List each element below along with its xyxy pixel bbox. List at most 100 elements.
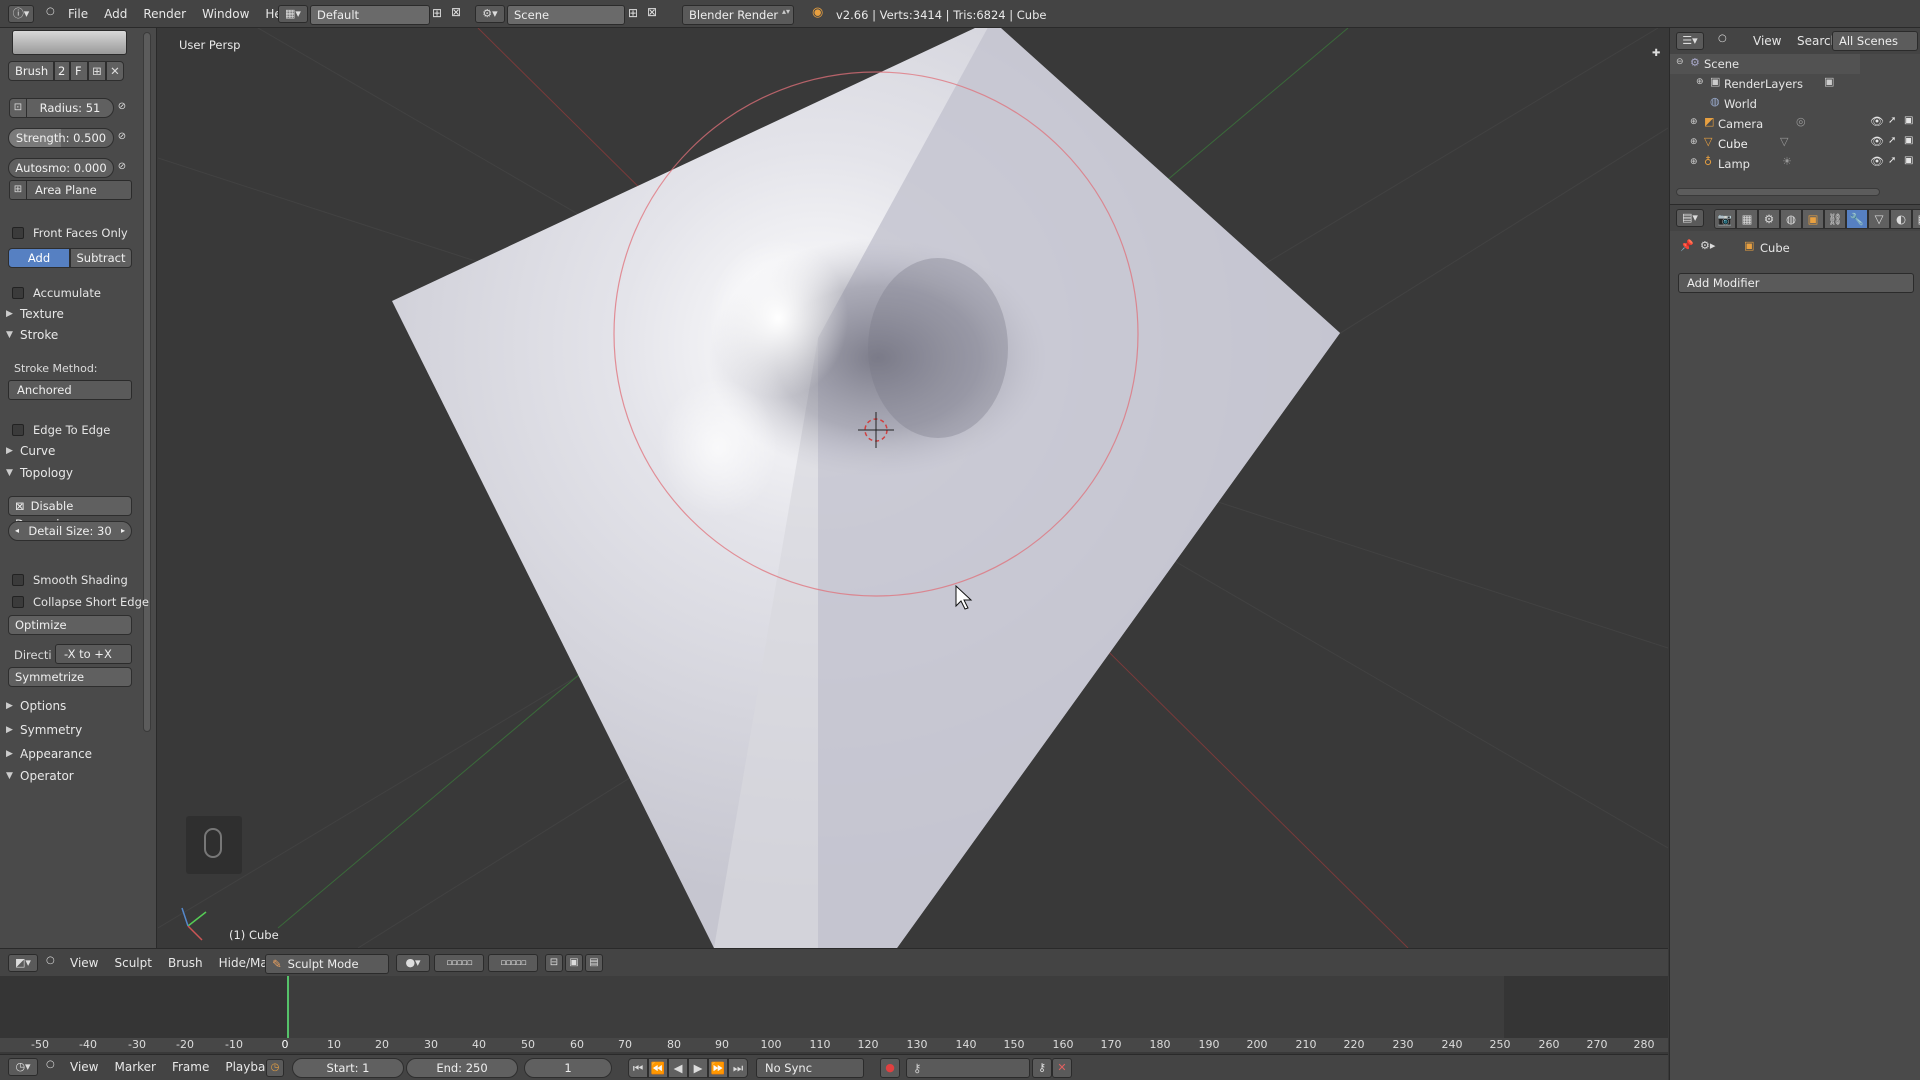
outliner-filter-select[interactable]: All Scenes — [1832, 31, 1918, 51]
render-toggle-icon[interactable]: ▣ — [1904, 155, 1913, 166]
editor-type-icon[interactable]: ◩▾ — [8, 954, 38, 972]
expand-arrow-icon[interactable]: ⊕ — [1690, 137, 1698, 147]
brush-add-icon[interactable]: ⊞ — [88, 61, 106, 81]
render-animation-icon[interactable]: ▤ — [585, 954, 603, 972]
expand-arrow-icon[interactable]: ⊕ — [1690, 117, 1698, 127]
scene-icon[interactable]: ⚙▾ — [475, 5, 505, 23]
edge-to-edge-checkbox[interactable]: Edge To Edge — [12, 421, 110, 439]
outliner-editor-type-icon[interactable]: ☰▾ — [1676, 32, 1704, 50]
menu-collapse-icon[interactable]: ○ — [46, 955, 55, 966]
viewport-shading-icon[interactable]: ●▾ — [396, 954, 430, 972]
brush-users[interactable]: 2 — [54, 61, 70, 81]
scene-delete-icon[interactable]: ⊠ — [647, 5, 657, 19]
decrement-arrow-icon[interactable]: ◂ — [9, 522, 19, 540]
subtract-button[interactable]: Subtract — [70, 248, 132, 268]
panel-symmetry[interactable]: ▶ Symmetry — [6, 719, 136, 739]
preview-range-icon[interactable]: ◷ — [266, 1059, 284, 1077]
next-keyframe-icon[interactable]: ⏩ — [708, 1058, 728, 1078]
detail-size-field[interactable]: ◂ Detail Size: 30 ▸ — [8, 521, 132, 541]
outliner-item-lamp[interactable]: Lamp — [1718, 154, 1750, 174]
brush-name[interactable]: Brush — [8, 61, 54, 81]
start-frame-field[interactable]: Start: 1 — [292, 1058, 404, 1078]
delete-keyframe-icon[interactable]: ✕ — [1052, 1058, 1072, 1078]
menu-add[interactable]: Add — [96, 0, 135, 28]
menu-view[interactable]: View — [62, 949, 106, 977]
outliner-item-renderlayers[interactable]: RenderLayers — [1724, 74, 1803, 94]
scene-add-icon[interactable]: ⊞ — [628, 6, 638, 20]
menu-frame[interactable]: Frame — [164, 1054, 217, 1080]
pin-icon[interactable]: 📌 — [1680, 239, 1694, 252]
record-icon[interactable]: ● — [880, 1058, 900, 1078]
outliner-scrollbar[interactable] — [1676, 188, 1880, 196]
screen-delete-icon[interactable]: ⊠ — [451, 5, 461, 19]
outliner-item-scene[interactable]: Scene — [1704, 54, 1739, 74]
select-cursor-icon[interactable]: ➚ — [1888, 115, 1896, 126]
menu-render[interactable]: Render — [135, 0, 194, 28]
mode-select[interactable]: ✎ Sculpt Mode — [265, 954, 389, 974]
material-tab-icon[interactable]: ◐ — [1890, 209, 1912, 229]
menu-sculpt[interactable]: Sculpt — [106, 949, 159, 977]
visibility-eye-icon[interactable]: 👁 — [1870, 135, 1884, 148]
visibility-eye-icon[interactable]: 👁 — [1870, 115, 1884, 128]
checkbox-box[interactable] — [12, 287, 24, 299]
direction-select[interactable]: -X to +X — [55, 644, 132, 664]
world-tab-icon[interactable]: ◍ — [1780, 209, 1802, 229]
constraints-tab-icon[interactable]: ⛓ — [1824, 209, 1846, 229]
brush-fake-user[interactable]: F — [70, 61, 88, 81]
render-layers-tab-icon[interactable]: ▦ — [1736, 209, 1758, 229]
outliner-item-camera[interactable]: Camera — [1718, 114, 1763, 134]
menu-marker[interactable]: Marker — [106, 1054, 163, 1080]
checkbox-box[interactable] — [12, 424, 24, 436]
strength-pressure-icon[interactable]: ⊘ — [113, 128, 131, 148]
symmetrize-button[interactable]: Symmetrize — [8, 667, 132, 687]
panel-options[interactable]: ▶ Options — [6, 695, 136, 715]
timeline-playhead[interactable] — [287, 976, 289, 1038]
screen-layout-icon[interactable]: ▦▾ — [278, 5, 308, 23]
add-modifier-select[interactable]: Add Modifier — [1678, 273, 1914, 293]
menu-brush[interactable]: Brush — [160, 949, 211, 977]
autosmooth-pressure-icon[interactable]: ⊘ — [113, 158, 131, 178]
radius-pressure-icon[interactable]: ⊘ — [113, 98, 131, 118]
panel-stroke[interactable]: ▼ Stroke — [6, 324, 136, 344]
render-tab-icon[interactable]: 📷 — [1714, 209, 1736, 229]
brush-preview[interactable] — [12, 30, 127, 55]
jump-start-icon[interactable]: ⏮ — [628, 1058, 648, 1078]
radius-lock-icon[interactable]: ⊡ — [9, 98, 27, 118]
checkbox-box[interactable] — [12, 574, 24, 586]
panel-operator[interactable]: ▼ Operator — [6, 765, 136, 785]
render-engine-select[interactable]: Blender Render — [682, 5, 794, 25]
select-cursor-icon[interactable]: ➚ — [1888, 155, 1896, 166]
select-cursor-icon[interactable]: ➚ — [1888, 135, 1896, 146]
stroke-method-select[interactable]: Anchored — [8, 380, 132, 400]
viewport-3d[interactable]: User Persp (1) Cube ✚ — [158, 28, 1668, 948]
outliner-item-cube[interactable]: Cube — [1718, 134, 1748, 154]
viewport-canvas[interactable] — [158, 28, 1668, 948]
optimize-button[interactable]: Optimize — [8, 615, 132, 635]
timeline-editor-type-icon[interactable]: ◷▾ — [8, 1058, 38, 1076]
play-icon[interactable]: ▶ — [688, 1058, 708, 1078]
expand-arrow-icon[interactable]: ⊕ — [1690, 157, 1698, 167]
lock-layers-icon[interactable]: ⊟ — [545, 954, 563, 972]
info-editor-type-icon[interactable]: ⓘ▾ — [8, 5, 34, 23]
timeline-area[interactable] — [0, 976, 1668, 1038]
timeline-ruler[interactable]: -50 -40 -30 -20 -10 0 10 20 30 40 50 60 … — [0, 1038, 1668, 1052]
outliner-menu-view[interactable]: View — [1753, 34, 1781, 48]
prev-keyframe-icon[interactable]: ⏪ — [648, 1058, 668, 1078]
expand-arrow-icon[interactable]: ⊖ — [1676, 57, 1684, 67]
menu-collapse-icon[interactable]: ○ — [46, 1059, 55, 1070]
texture-tab-icon[interactable]: ▩ — [1912, 209, 1920, 229]
menu-view[interactable]: View — [62, 1054, 106, 1080]
sculpt-plane-select[interactable]: Area Plane — [26, 180, 132, 200]
data-tab-icon[interactable]: ▽ — [1868, 209, 1890, 229]
sculpt-mesh[interactable] — [392, 28, 1340, 948]
render-preview-icon[interactable]: ▣ — [565, 954, 583, 972]
increment-arrow-icon[interactable]: ▸ — [121, 522, 131, 540]
panel-topology[interactable]: ▼ Topology — [6, 462, 136, 482]
insert-keyframe-icon[interactable]: ⚷ — [1032, 1058, 1052, 1078]
disable-dynamic-button[interactable]: ⊠Disable Dynamic — [8, 496, 132, 531]
viewport-corner-icon[interactable]: ✚ — [1652, 48, 1660, 59]
collapse-short-edge-checkbox[interactable]: Collapse Short Edge — [12, 593, 149, 611]
jump-end-icon[interactable]: ⏭ — [728, 1058, 748, 1078]
brush-delete-icon[interactable]: ✕ — [106, 61, 124, 81]
scene-select[interactable]: Scene — [507, 5, 625, 25]
